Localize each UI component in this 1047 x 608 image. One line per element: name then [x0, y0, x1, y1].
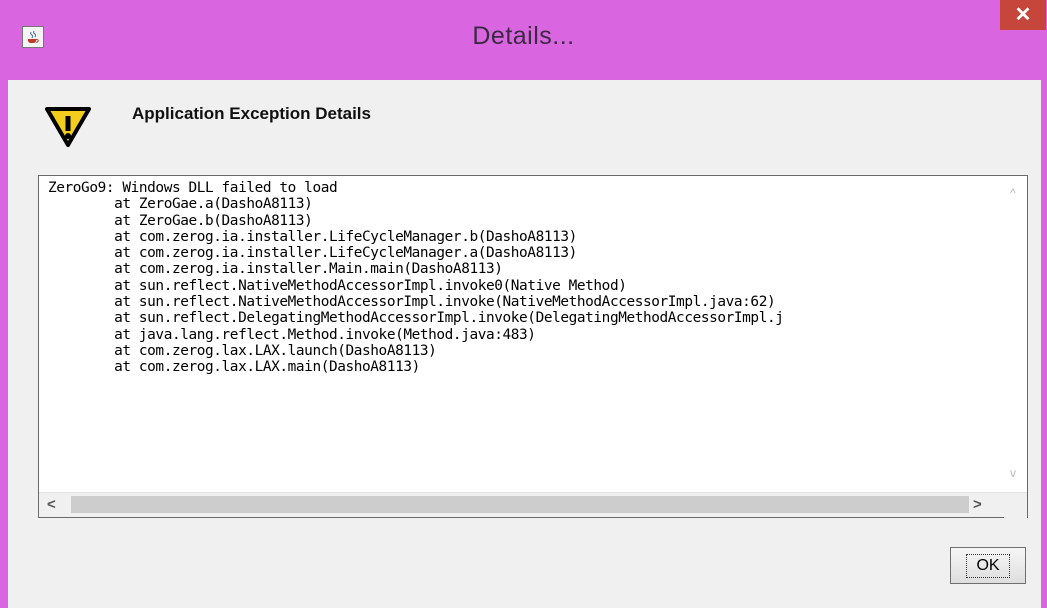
dialog-body: Application Exception Details ZeroGo9: W… — [8, 80, 1041, 608]
vertical-scrollbar[interactable]: ^ v — [1004, 176, 1027, 492]
ok-button-label: OK — [966, 553, 1010, 578]
ok-button[interactable]: OK — [950, 547, 1026, 584]
title-bar[interactable]: Details... ✕ — [0, 0, 1047, 80]
scroll-right-arrow-icon[interactable]: > — [973, 496, 982, 513]
exception-stack-trace[interactable]: ZeroGo9: Windows DLL failed to load at Z… — [48, 180, 1003, 490]
scroll-left-arrow-icon[interactable]: < — [47, 496, 56, 513]
horizontal-scroll-thumb[interactable] — [71, 496, 969, 513]
scroll-up-arrow-icon[interactable]: ^ — [1010, 186, 1016, 200]
horizontal-scrollbar[interactable]: < > — [39, 492, 1027, 518]
scrollbar-corner — [1004, 493, 1027, 518]
window-title: Details... — [472, 22, 575, 50]
warning-triangle-icon — [44, 106, 92, 153]
scroll-down-arrow-icon[interactable]: v — [1010, 466, 1016, 480]
exception-details-textarea[interactable]: ZeroGo9: Windows DLL failed to load at Z… — [38, 175, 1028, 518]
close-button[interactable]: ✕ — [1000, 0, 1046, 30]
dialog-heading: Application Exception Details — [132, 104, 371, 123]
details-dialog: Details... ✕ Application Exception Detai… — [0, 0, 1047, 608]
